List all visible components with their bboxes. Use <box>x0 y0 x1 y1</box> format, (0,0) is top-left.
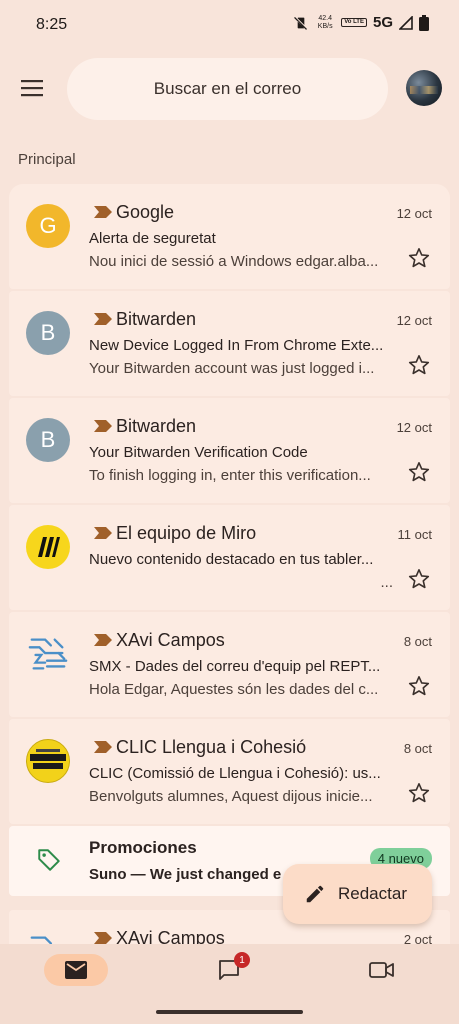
miro-logo <box>26 525 70 569</box>
chat-unread-badge: 1 <box>234 952 250 968</box>
compose-label: Redactar <box>338 884 407 903</box>
status-bar: 8:25 42.4 KB/s Vo LTE 5G <box>0 0 459 52</box>
speed-value: 42.4 <box>318 14 333 22</box>
important-marker-icon[interactable] <box>94 741 112 753</box>
sender-name: CLIC Llengua i Cohesió <box>116 737 307 757</box>
search-bar[interactable]: Buscar en el correo <box>67 58 388 120</box>
star-icon[interactable] <box>407 674 431 698</box>
mail-date: 12 oct <box>396 420 432 435</box>
mail-date: 8 oct <box>403 634 432 649</box>
mail-snippet: Benvolguts alumnes, Aquest dijous inicie… <box>89 788 373 805</box>
network-type: 5G <box>372 14 393 31</box>
pencil-icon <box>306 885 324 903</box>
volte-badge: Vo LTE <box>341 18 367 27</box>
star-icon[interactable] <box>407 567 431 591</box>
nav-chat[interactable]: 1 <box>197 952 261 986</box>
avatar-letter: B <box>40 320 56 345</box>
sender-avatar: B <box>26 311 70 355</box>
star-icon[interactable] <box>407 353 431 377</box>
avatar-letter: G <box>39 213 57 238</box>
compose-button[interactable]: Redactar <box>283 864 432 924</box>
sender-name: Bitwarden <box>116 309 197 329</box>
mail-snippet: To finish logging in, enter this verific… <box>89 467 371 484</box>
clic-logo <box>26 739 70 783</box>
battery-icon <box>419 14 429 31</box>
mail-snippet: Your Bitwarden account was just logged i… <box>89 360 375 377</box>
circuit-logo-icon <box>28 638 68 670</box>
mail-item[interactable]: XAvi Campos 8 oct SMX - Dades del correu… <box>9 612 450 717</box>
circuit-logo-icon <box>30 936 53 944</box>
section-label: Principal <box>18 151 76 168</box>
important-marker-icon[interactable] <box>94 420 112 432</box>
mail-item[interactable]: CLIC Llengua i Cohesió 8 oct CLIC (Comis… <box>9 719 450 824</box>
tag-icon <box>38 849 60 871</box>
signal-icon <box>399 15 413 30</box>
miro-logo-icon <box>38 537 60 557</box>
mail-list[interactable]: G Google 12 oct Alerta de seguretat Nou … <box>9 184 450 944</box>
important-marker-icon[interactable] <box>94 634 112 646</box>
mail-date: 2 oct <box>403 932 432 944</box>
sender-name: Google <box>116 202 175 222</box>
star-icon[interactable] <box>407 460 431 484</box>
mail-date: 12 oct <box>396 206 432 221</box>
mail-icon <box>65 961 87 979</box>
mail-item[interactable]: B Bitwarden 12 oct New Device Logged In … <box>9 291 450 396</box>
status-icons: 42.4 KB/s Vo LTE 5G <box>293 14 429 31</box>
important-marker-icon[interactable] <box>94 527 112 539</box>
nav-meet[interactable] <box>350 954 414 986</box>
mail-subject: Nuevo contenido destacado en tus tabler.… <box>89 551 374 568</box>
menu-icon[interactable] <box>20 78 44 98</box>
sender-avatar <box>26 930 70 944</box>
mail-snippet: Nou inici de sessió a Windows edgar.alba… <box>89 253 379 270</box>
important-marker-icon[interactable] <box>94 932 112 944</box>
sender-name: El equipo de Miro <box>116 523 257 543</box>
mail-snippet: ... <box>380 574 393 591</box>
speed-unit: KB/s <box>317 22 333 30</box>
star-icon[interactable] <box>407 246 431 270</box>
mail-subject: New Device Logged In From Chrome Exte... <box>89 337 384 354</box>
mail-subject: Alerta de seguretat <box>89 230 216 247</box>
star-icon[interactable] <box>407 781 431 805</box>
sender-name: Bitwarden <box>116 416 197 436</box>
mail-item[interactable]: G Google 12 oct Alerta de seguretat Nou … <box>9 184 450 289</box>
sender-name: XAvi Campos <box>116 630 225 650</box>
mail-subject: Your Bitwarden Verification Code <box>89 444 308 461</box>
network-speed: 42.4 KB/s <box>315 15 335 31</box>
gesture-bar[interactable] <box>156 1010 303 1014</box>
mail-subject: SMX - Dades del correu d'equip pel REPT.… <box>89 658 381 675</box>
important-marker-icon[interactable] <box>94 313 112 325</box>
status-time: 8:25 <box>36 16 68 33</box>
sender-avatar <box>26 632 70 676</box>
sender-avatar: B <box>26 418 70 462</box>
search-placeholder: Buscar en el correo <box>153 79 302 98</box>
mail-item[interactable]: B Bitwarden 12 oct Your Bitwarden Verifi… <box>9 398 450 503</box>
clic-logo-icon <box>30 749 66 769</box>
nav-mail[interactable] <box>44 954 108 986</box>
mail-date: 8 oct <box>403 741 432 756</box>
vibrate-off-icon <box>294 16 308 30</box>
sender-name: XAvi Campos <box>116 928 225 944</box>
promotions-text: Suno — We just changed e <box>89 866 282 883</box>
mail-date: 12 oct <box>396 313 432 328</box>
mail-date: 11 oct <box>397 527 432 542</box>
mail-item[interactable]: El equipo de Miro 11 oct Nuevo contenido… <box>9 505 450 610</box>
account-avatar[interactable] <box>406 70 442 106</box>
avatar-letter: B <box>40 427 56 452</box>
sender-avatar: G <box>26 204 70 248</box>
promotions-title: Promociones <box>89 838 197 857</box>
mail-subject: CLIC (Comissió de Llengua i Cohesió): us… <box>89 765 381 782</box>
important-marker-icon[interactable] <box>94 206 112 218</box>
mail-snippet: Hola Edgar, Aquestes són les dades del c… <box>89 681 379 698</box>
video-camera-icon <box>369 962 394 978</box>
